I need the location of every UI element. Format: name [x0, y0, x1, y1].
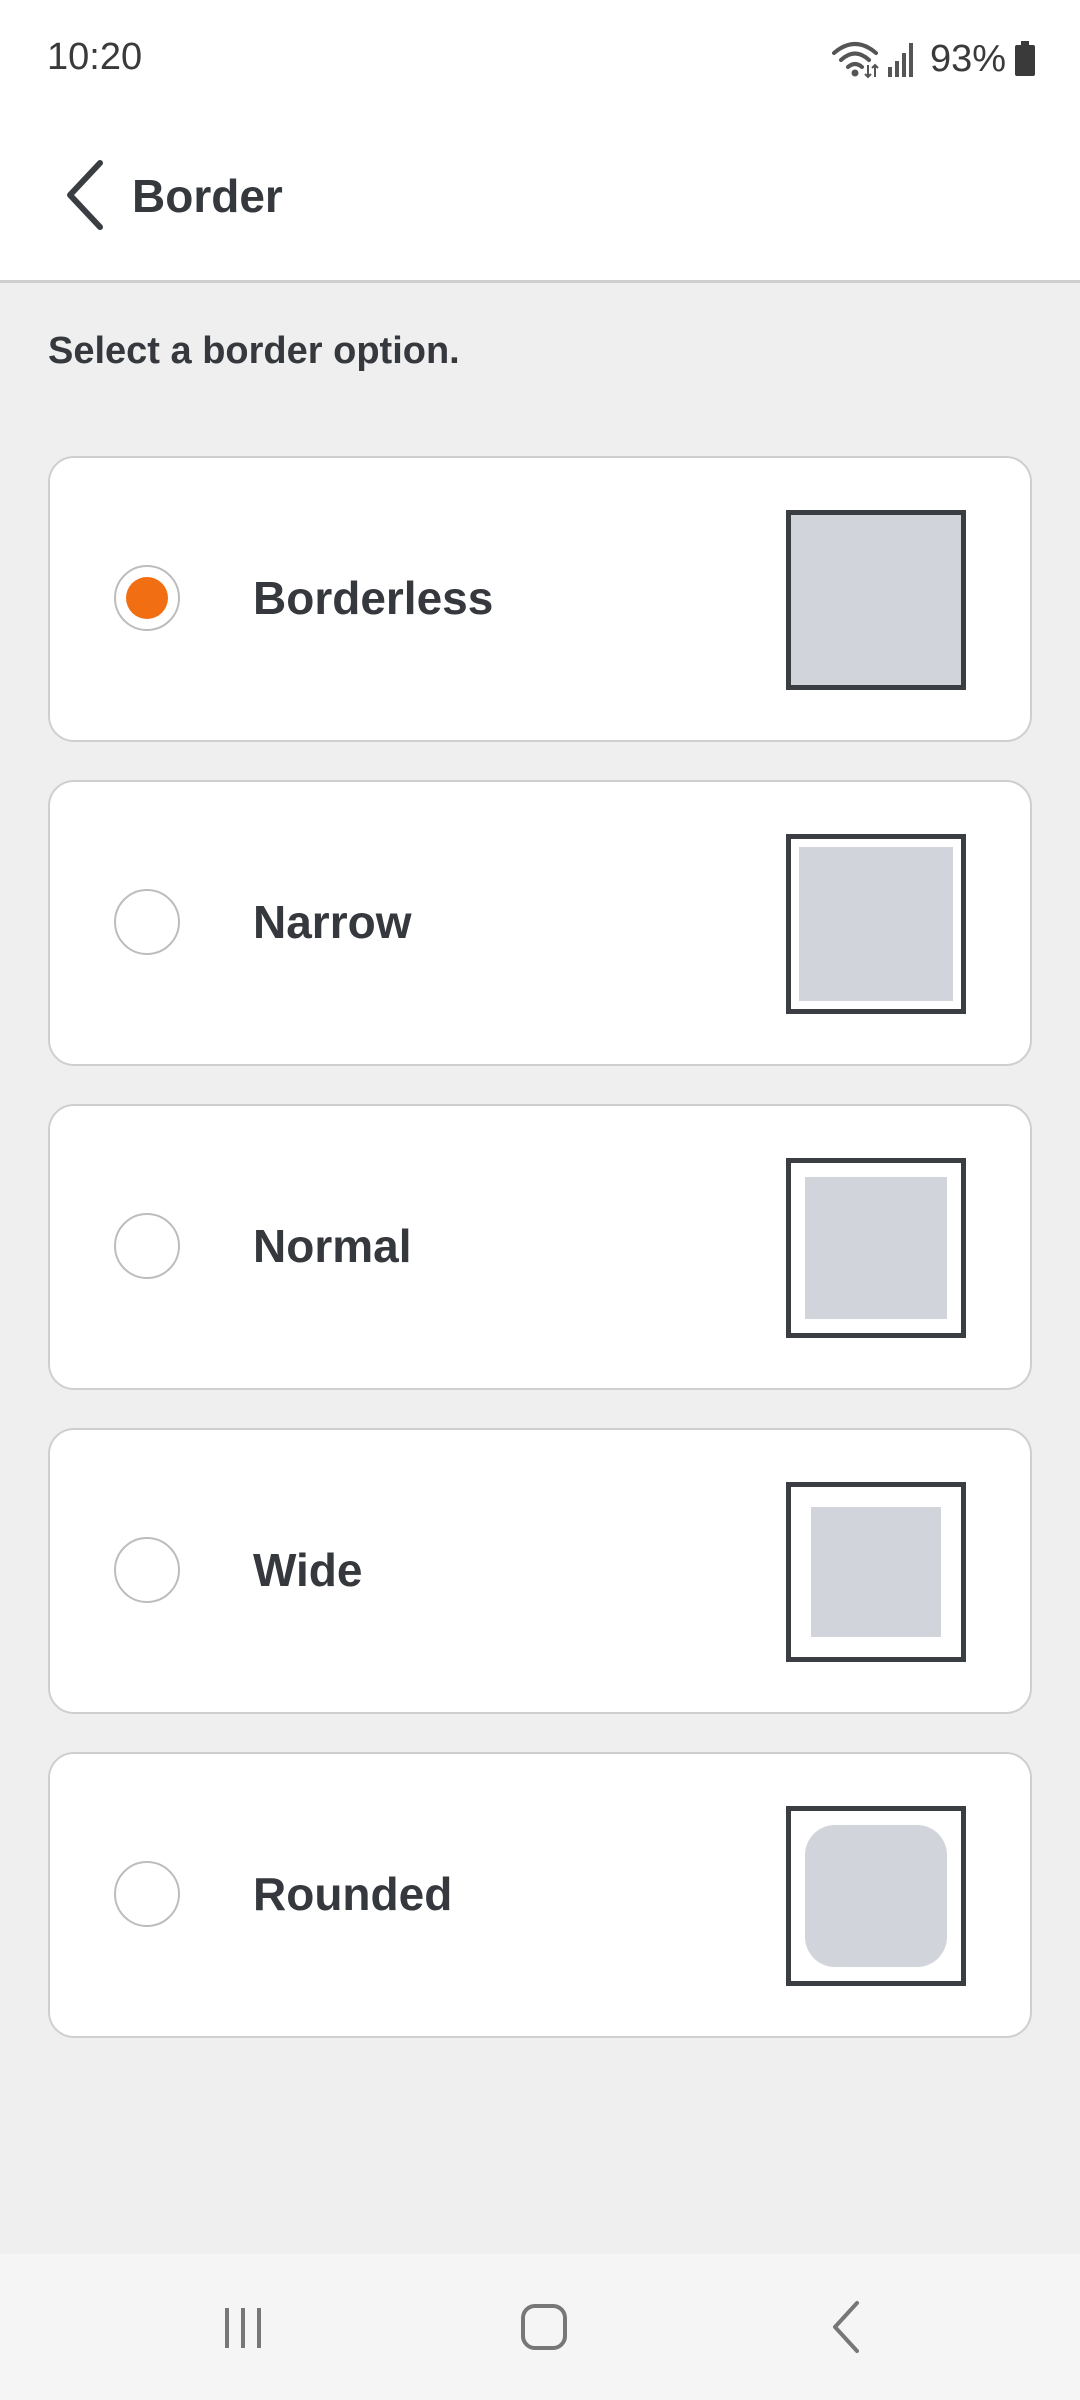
- page-title: Border: [132, 170, 283, 222]
- radio-normal[interactable]: [114, 1213, 180, 1279]
- radio-borderless[interactable]: [114, 565, 180, 631]
- preview-narrow: [786, 834, 966, 1014]
- option-borderless[interactable]: Borderless: [48, 456, 1032, 742]
- preview-fill: [811, 1507, 941, 1637]
- option-label: Narrow: [253, 896, 412, 948]
- back-button[interactable]: [30, 142, 140, 252]
- preview-wide: [786, 1482, 966, 1662]
- battery-icon: [1014, 41, 1036, 77]
- preview-fill: [805, 1825, 947, 1967]
- wifi-icon: [830, 39, 880, 79]
- status-icons: 93%: [830, 36, 1036, 82]
- preview-fill: [799, 847, 953, 1001]
- option-label: Normal: [253, 1220, 412, 1272]
- border-options-list: Borderless Narrow Normal Wide Rounded: [48, 456, 1032, 2076]
- radio-wide[interactable]: [114, 1537, 180, 1603]
- nav-back-button[interactable]: [787, 2284, 907, 2374]
- radio-narrow[interactable]: [114, 889, 180, 955]
- preview-normal: [786, 1158, 966, 1338]
- system-nav-bar: [0, 2254, 1080, 2400]
- home-icon: [519, 2302, 569, 2357]
- battery-percent: 93%: [929, 37, 1006, 80]
- option-normal[interactable]: Normal: [48, 1104, 1032, 1390]
- instruction-text: Select a border option.: [48, 330, 460, 372]
- recents-icon: [218, 2302, 268, 2357]
- option-label: Borderless: [253, 572, 494, 624]
- recents-button[interactable]: [183, 2284, 303, 2374]
- preview-borderless: [786, 510, 966, 690]
- preview-fill: [791, 515, 961, 685]
- option-narrow[interactable]: Narrow: [48, 780, 1032, 1066]
- status-time: 10:20: [47, 36, 143, 78]
- option-rounded[interactable]: Rounded: [48, 1752, 1032, 2038]
- app-bar: Border: [0, 120, 1080, 283]
- preview-rounded: [786, 1806, 966, 1986]
- option-wide[interactable]: Wide: [48, 1428, 1032, 1714]
- status-bar: 10:20 93%: [0, 0, 1080, 120]
- option-label: Wide: [253, 1544, 363, 1596]
- back-icon: [827, 2299, 867, 2360]
- preview-fill: [805, 1177, 947, 1319]
- signal-icon: [886, 39, 916, 79]
- chevron-left-icon: [60, 157, 110, 238]
- home-button[interactable]: [484, 2284, 604, 2374]
- radio-rounded[interactable]: [114, 1861, 180, 1927]
- option-label: Rounded: [253, 1868, 453, 1920]
